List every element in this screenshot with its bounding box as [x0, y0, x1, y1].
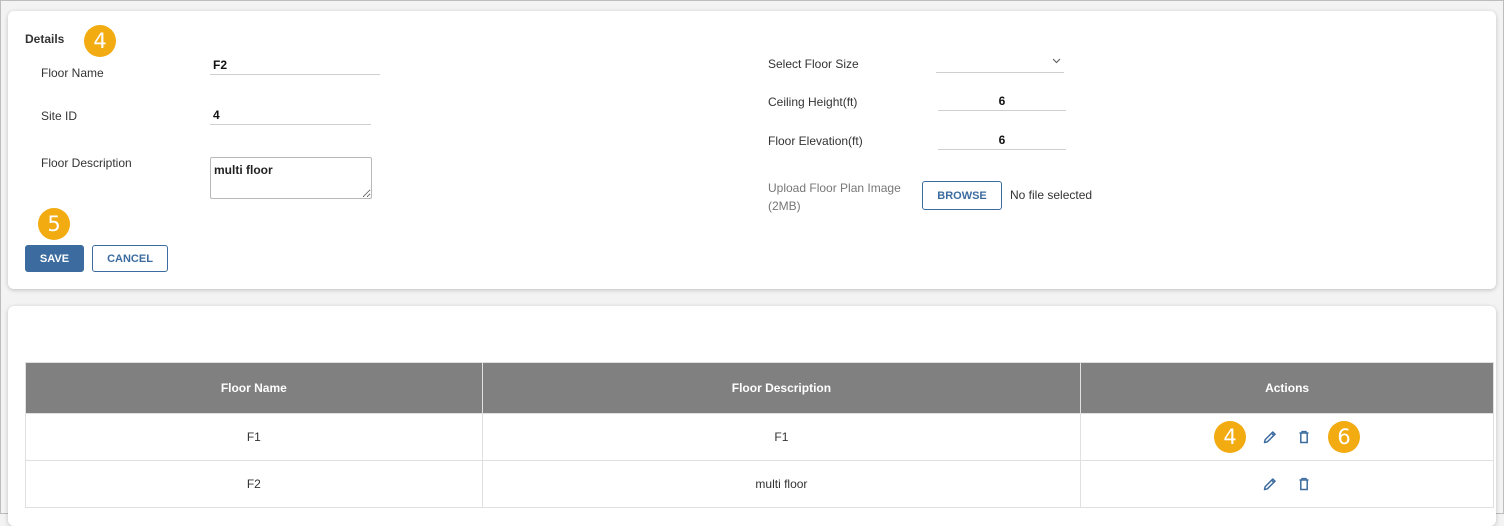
- callout-badge-details: 4: [84, 25, 116, 57]
- save-button[interactable]: SAVE: [25, 245, 84, 272]
- floor-description-label: Floor Description: [41, 156, 132, 170]
- pencil-icon[interactable]: [1260, 427, 1280, 447]
- cell-floor-name: F2: [25, 460, 483, 508]
- floor-size-select[interactable]: [936, 55, 1064, 73]
- callout-badge-edit: 4: [1214, 421, 1247, 453]
- upload-label-line1: Upload Floor Plan Image: [768, 181, 901, 195]
- table-row: F1 F1 4 6: [25, 413, 1494, 461]
- pencil-icon[interactable]: [1260, 474, 1280, 494]
- cancel-button[interactable]: CANCEL: [92, 245, 168, 272]
- cell-floor-description: multi floor: [481, 460, 1082, 508]
- cell-floor-description: F1: [481, 413, 1082, 461]
- column-header-floor-name: Floor Name: [25, 362, 483, 414]
- floors-table: Floor Name Floor Description Actions F1 …: [25, 362, 1494, 508]
- site-id-input[interactable]: [210, 108, 371, 125]
- upload-floor-plan-label: Upload Floor Plan Image (2MB): [768, 179, 901, 215]
- trash-icon[interactable]: [1294, 474, 1314, 494]
- row-actions: 4 6: [1082, 421, 1492, 453]
- column-header-floor-description: Floor Description: [481, 362, 1082, 414]
- callout-badge-save: 5: [38, 208, 70, 240]
- floor-description-textarea[interactable]: multi floor: [210, 157, 372, 199]
- table-row: F2 multi floor: [25, 460, 1494, 508]
- floor-elevation-input[interactable]: [938, 133, 1066, 150]
- floor-name-label: Floor Name: [41, 66, 104, 80]
- trash-icon[interactable]: [1294, 427, 1314, 447]
- row-actions: [1082, 474, 1492, 494]
- browse-button[interactable]: BROWSE: [922, 181, 1002, 210]
- floor-name-input[interactable]: [210, 58, 380, 75]
- cell-floor-name: F1: [25, 413, 483, 461]
- file-status-text: No file selected: [1010, 188, 1093, 202]
- column-header-actions: Actions: [1080, 362, 1494, 414]
- callout-badge-delete: 6: [1328, 421, 1361, 453]
- floors-table-card: Floor Name Floor Description Actions F1 …: [8, 306, 1496, 526]
- ceiling-height-label: Ceiling Height(ft): [768, 95, 858, 109]
- chevron-down-icon: [1052, 56, 1061, 67]
- details-title: Details: [25, 32, 65, 46]
- details-card: Details 4 Floor Name Site ID Floor Descr…: [8, 11, 1496, 289]
- cell-actions: 4 6: [1080, 413, 1494, 461]
- table-header-row: Floor Name Floor Description Actions: [25, 362, 1494, 414]
- ceiling-height-input[interactable]: [938, 94, 1066, 111]
- upload-label-line2: (2MB): [768, 199, 801, 213]
- site-id-label: Site ID: [41, 109, 78, 123]
- cell-actions: [1080, 460, 1494, 508]
- floor-elevation-label: Floor Elevation(ft): [768, 134, 863, 148]
- floor-size-label: Select Floor Size: [768, 57, 859, 71]
